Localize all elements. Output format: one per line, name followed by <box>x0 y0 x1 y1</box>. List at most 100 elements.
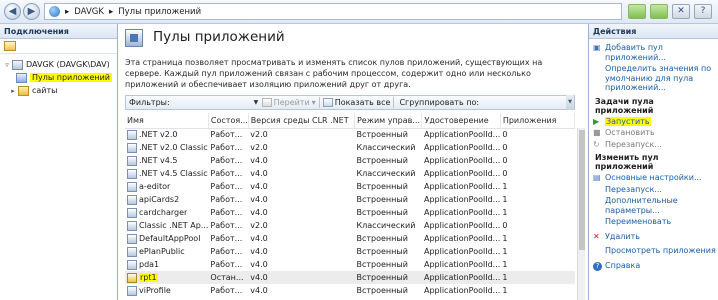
column-header-apps[interactable]: Приложения <box>500 113 576 129</box>
pool-name-label: .NET v2.0 Classic <box>139 143 208 152</box>
back-button[interactable]: ◀ <box>4 3 21 20</box>
table-row[interactable]: ePlanPublic Работ... v4.0 Встроенный Applica… <box>125 245 575 258</box>
folder-icon <box>18 85 29 96</box>
new-connection-icon[interactable] <box>4 41 16 51</box>
cell-identity: ApplicationPoolId... <box>423 182 501 191</box>
cell-clr-version: v4.0 <box>250 156 268 165</box>
rename-label: Переименовать <box>605 217 672 226</box>
column-header-clr[interactable]: Версия среды CLR .NET <box>248 113 355 129</box>
cell-identity: ApplicationPoolId... <box>423 156 501 165</box>
app-pool-icon <box>127 142 137 153</box>
pool-name-label: cardcharger <box>139 208 188 217</box>
scrollbar-thumb[interactable] <box>579 130 585 250</box>
app-pool-icon <box>127 259 137 270</box>
cell-identity: ApplicationPoolId... <box>423 169 501 178</box>
expand-icon[interactable]: ▸ <box>8 87 18 95</box>
cell-applications: 0 <box>502 130 508 140</box>
table-row[interactable]: apiCards2 Работ... v4.0 Встроенный Applicati… <box>125 193 575 206</box>
play-icon: ▶ <box>593 116 600 126</box>
rename-action[interactable]: Переименовать <box>589 216 718 228</box>
app-pool-icon <box>127 207 137 218</box>
actions-title: Действия <box>589 24 718 39</box>
table-row[interactable]: a-editor Работ... v4.0 Встроенный Applicatio… <box>125 180 575 193</box>
cell-state: Работ... <box>210 130 243 140</box>
stop-action[interactable]: ■ Остановить <box>589 127 718 139</box>
cell-name: Classic .NET Ap... <box>125 219 208 232</box>
breadcrumb-pools[interactable]: Пулы приложений <box>118 7 201 17</box>
view-apps-action[interactable]: Просмотреть приложения <box>589 245 718 257</box>
pool-name-label: .NET v4.5 Classic <box>139 169 208 178</box>
cell-identity: ApplicationPoolId... <box>423 143 501 152</box>
add-pool-action[interactable]: ▣ Добавить пул приложений... <box>589 42 718 63</box>
app-pool-icon <box>127 285 137 296</box>
recycle-label: Перезапуск... <box>605 184 662 194</box>
cell-applications: 0 <box>502 169 508 178</box>
cell-applications: 1 <box>502 195 508 204</box>
column-header-name[interactable]: Имя <box>125 113 209 129</box>
table-row[interactable]: rpt1 Остан... v4.0 Встроенный ApplicationPoo… <box>125 271 575 284</box>
tree-node-sites[interactable]: ▸ сайты <box>0 84 117 97</box>
recycle-action[interactable]: Перезапуск... <box>589 184 718 196</box>
group-by-dropdown[interactable]: Сгруппировать по: <box>397 98 479 107</box>
show-all-button[interactable]: Показать все <box>322 98 390 107</box>
stop-icon[interactable]: ✕ <box>672 4 690 19</box>
column-header-state[interactable]: Состоя... <box>208 113 249 129</box>
help-action[interactable]: ? Справка <box>589 260 718 272</box>
cell-clr-version: v4.0 <box>250 234 268 243</box>
table-row[interactable]: .NET v4.5 Classic Работ... v4.0 Классически… <box>125 167 575 180</box>
restart-action[interactable]: ↻ Перезапуск... <box>589 139 718 151</box>
cell-pipeline-mode: Встроенный <box>356 286 408 295</box>
vertical-scrollbar[interactable] <box>577 128 585 300</box>
basic-settings-action[interactable]: ▤ Основные настройки... <box>589 172 718 184</box>
pool-name: cardcharger <box>127 207 208 218</box>
cell-name: pda1 <box>125 258 208 271</box>
remove-action[interactable]: ✕ Удалить <box>589 231 718 243</box>
breadcrumb-server[interactable]: DAVGK <box>74 7 104 17</box>
connections-tree: ▿ DAVGK (DAVGK\DAV) Пулы приложений ▸ са… <box>0 54 117 97</box>
table-row[interactable]: .NET v2.0 Работ... v2.0 Встроенный Applicati… <box>125 128 575 141</box>
app-pool-icon <box>127 194 137 205</box>
filter-input[interactable] <box>172 97 254 108</box>
address-bar[interactable]: ▸ DAVGK ▸ Пулы приложений <box>44 3 622 20</box>
cell-pipeline-mode: Встроенный <box>354 271 422 284</box>
cell-identity: ApplicationPoolId... <box>423 247 501 256</box>
tree-node-server[interactable]: ▿ DAVGK (DAVGK\DAV) <box>0 58 117 71</box>
set-defaults-action[interactable]: Определить значения по умолчанию для пул… <box>589 63 718 94</box>
table-row[interactable]: viProfile Работ... v4.0 Встроенный Applicati… <box>125 284 575 297</box>
connect-icon[interactable] <box>650 4 668 19</box>
tree-node-app-pools[interactable]: Пулы приложений <box>0 71 117 84</box>
cell-clr-version: v4.0 <box>250 260 268 269</box>
cell-applications: 0 <box>502 156 508 165</box>
cell-pipeline-mode: Встроенный <box>356 130 408 140</box>
collapse-icon[interactable]: ▿ <box>2 61 12 69</box>
pool-name-label: Classic .NET Ap... <box>139 221 209 230</box>
cell-state: Работ... <box>210 195 243 204</box>
cell-pipeline-mode: Встроенный <box>356 182 408 191</box>
cell-name: rpt1 <box>125 271 209 284</box>
column-header-identity[interactable]: Удостоверение <box>421 113 501 129</box>
go-button[interactable]: Перейти ▾ <box>261 98 316 107</box>
pool-name: a-editor <box>127 181 208 192</box>
cell-state: Работ... <box>210 143 243 152</box>
table-row[interactable]: .NET v4.5 Работ... v4.0 Встроенный Applicati… <box>125 154 575 167</box>
refresh-icon[interactable] <box>628 4 646 19</box>
table-row[interactable]: Classic .NET Ap... Работ... v2.0 Классическ… <box>125 219 575 232</box>
toolbar-overflow[interactable]: ▼ <box>566 95 574 110</box>
forward-button[interactable]: ▶ <box>23 3 40 20</box>
table-header: Имя Состоя... Версия среды CLR .NET Режи… <box>125 113 576 129</box>
advanced-settings-label: Дополнительные параметры... <box>605 196 678 215</box>
pool-name: .NET v2.0 Classic <box>127 142 208 153</box>
table-row[interactable]: cardcharger Работ... v4.0 Встроенный Applica… <box>125 206 575 219</box>
cell-pipeline-mode: Классический <box>356 143 416 152</box>
advanced-settings-action[interactable]: Дополнительные параметры... <box>589 195 718 216</box>
restart-icon: ↻ <box>593 139 600 149</box>
start-action[interactable]: ▶ Запустить <box>589 116 718 128</box>
column-header-mode[interactable]: Режим управ... <box>354 113 423 129</box>
table-row[interactable]: DefaultAppPool Работ... v4.0 Встроенный Appl… <box>125 232 575 245</box>
server-icon <box>49 6 60 17</box>
cell-applications: 1 <box>502 286 508 295</box>
table-row[interactable]: pda1 Работ... v4.0 Встроенный ApplicationPoo… <box>125 258 575 271</box>
table-row[interactable]: .NET v2.0 Classic Работ... v2.0 Классически… <box>125 141 575 154</box>
help-icon[interactable]: ? <box>694 4 712 19</box>
filter-dropdown-icon[interactable]: ▼ <box>254 99 262 106</box>
